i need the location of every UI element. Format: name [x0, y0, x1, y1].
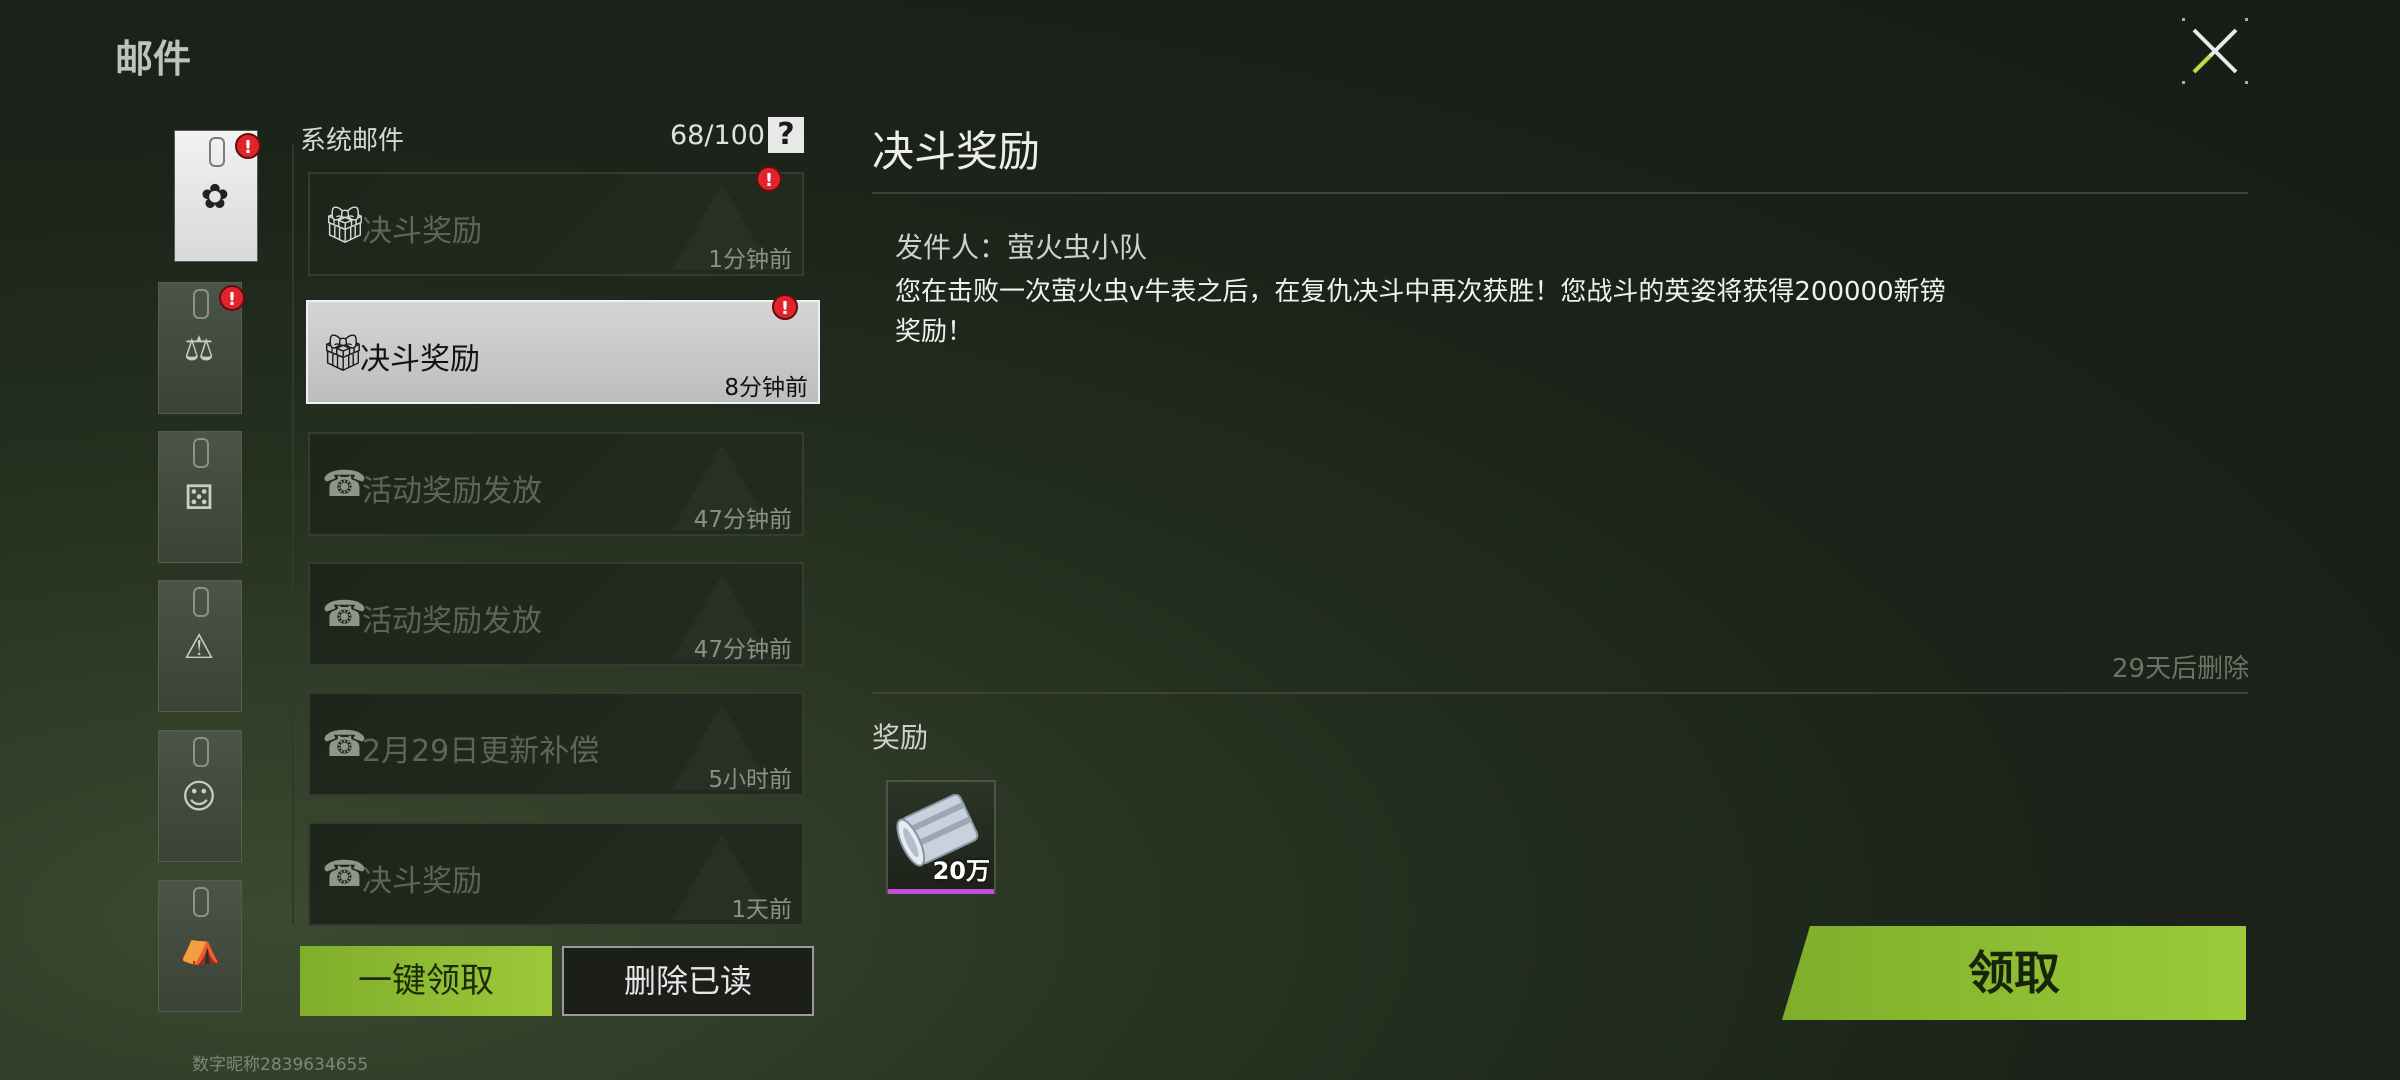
reward-label: 奖励: [872, 721, 929, 754]
mail-time: 47分钟前: [693, 637, 792, 663]
bag-icon: ⛺: [179, 927, 222, 967]
unread-badge: !: [219, 285, 245, 311]
detail-divider: [872, 692, 2248, 694]
unread-badge: !: [772, 294, 798, 320]
category-friend-tab[interactable]: ☺: [158, 730, 242, 862]
claim-all-button[interactable]: 一键领取: [300, 946, 552, 1016]
dice-icon: ⚄: [184, 478, 214, 518]
mail-time: 8分钟前: [724, 375, 808, 401]
clip-icon: [193, 737, 209, 767]
category-warning-tab[interactable]: ⚠: [158, 580, 242, 712]
mail-time: 1天前: [731, 897, 792, 923]
mail-body: 您在击败一次萤火虫v牛表之后，在复仇决斗中再次获胜！您战斗的英姿将获得20000…: [895, 277, 1946, 347]
mail-item-selected[interactable]: 🎁︎ 决斗奖励 8分钟前 !: [306, 294, 820, 404]
mail-item[interactable]: ☎ 决斗奖励 1天前: [308, 822, 804, 926]
opened-gift-icon: ☎: [322, 854, 367, 895]
mail-time: 5小时前: [708, 767, 792, 793]
clip-icon: [209, 137, 225, 167]
gift-icon: 🎁︎: [322, 205, 368, 246]
mail-sender: 发件人：萤火虫小队: [895, 231, 1148, 264]
user-nickname: 数字昵称2839634655: [192, 1055, 369, 1075]
mail-detail-title: 决斗奖励: [872, 127, 1041, 176]
mail-item[interactable]: 🎁︎ 决斗奖励 1分钟前 !: [308, 166, 804, 276]
mail-time: 47分钟前: [693, 507, 792, 533]
opened-gift-icon: ☎: [322, 724, 367, 765]
mail-title: 决斗奖励: [362, 864, 482, 899]
reward-item[interactable]: 20万: [886, 780, 996, 894]
page-title: 邮件: [115, 37, 192, 81]
mail-item[interactable]: ☎ 活动奖励发放 47分钟前: [308, 562, 804, 666]
rarity-bar: [888, 889, 994, 894]
gavel-icon: ⚖: [183, 329, 215, 369]
close-icon: [2182, 18, 2248, 84]
reward-quantity: 20万: [932, 857, 990, 885]
close-button[interactable]: [2180, 16, 2250, 86]
unread-badge: !: [756, 166, 782, 192]
clip-icon: [193, 438, 209, 468]
mail-title: 决斗奖励: [362, 214, 482, 249]
mail-title: 活动奖励发放: [362, 604, 542, 639]
gear-icon: ✿: [200, 177, 230, 217]
opened-gift-icon: ☎: [322, 464, 367, 505]
claim-button[interactable]: 领取: [1782, 926, 2246, 1020]
category-auction-tab[interactable]: ⚖ !: [158, 282, 245, 414]
list-title: 系统邮件: [300, 126, 405, 156]
warning-icon: ⚠: [183, 627, 215, 667]
sidebar-divider: [292, 145, 294, 925]
detail-divider: [872, 192, 2248, 194]
clip-icon: [193, 887, 209, 917]
mail-count: 68/100: [670, 120, 765, 151]
mail-title: 2月29日更新补偿: [362, 734, 600, 769]
unread-badge: !: [235, 133, 261, 159]
category-system-tab[interactable]: ✿ !: [174, 130, 261, 262]
mail-time: 1分钟前: [708, 247, 792, 273]
opened-gift-icon: ☎: [322, 594, 367, 635]
clip-icon: [193, 587, 209, 617]
mail-title: 决斗奖励: [360, 342, 480, 377]
girl-icon: ☺: [181, 777, 217, 817]
delete-read-button[interactable]: 删除已读: [562, 946, 814, 1016]
help-button[interactable]: ?: [768, 117, 804, 153]
mail-item[interactable]: ☎ 2月29日更新补偿 5小时前: [308, 692, 804, 796]
gift-icon: 🎁︎: [320, 333, 366, 374]
mail-title: 活动奖励发放: [362, 474, 542, 509]
expire-notice: 29天后删除: [2112, 654, 2250, 684]
clip-icon: [193, 289, 209, 319]
mail-item[interactable]: ☎ 活动奖励发放 47分钟前: [308, 432, 804, 536]
category-game-tab[interactable]: ⚄: [158, 431, 242, 563]
category-bag-tab[interactable]: ⛺: [158, 880, 242, 1012]
